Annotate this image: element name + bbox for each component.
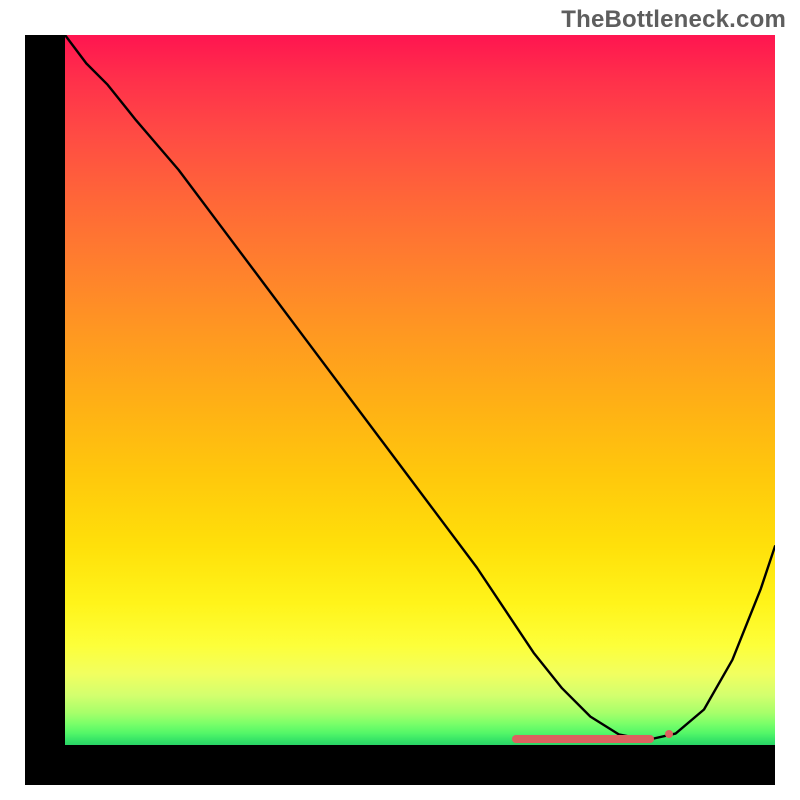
bottleneck-curve [65,35,775,745]
plot-area [65,35,775,745]
watermark-text: TheBottleneck.com [561,6,786,34]
optimal-range-strip [512,735,654,743]
chart-frame [25,35,775,785]
optimal-dot-right [665,730,673,738]
